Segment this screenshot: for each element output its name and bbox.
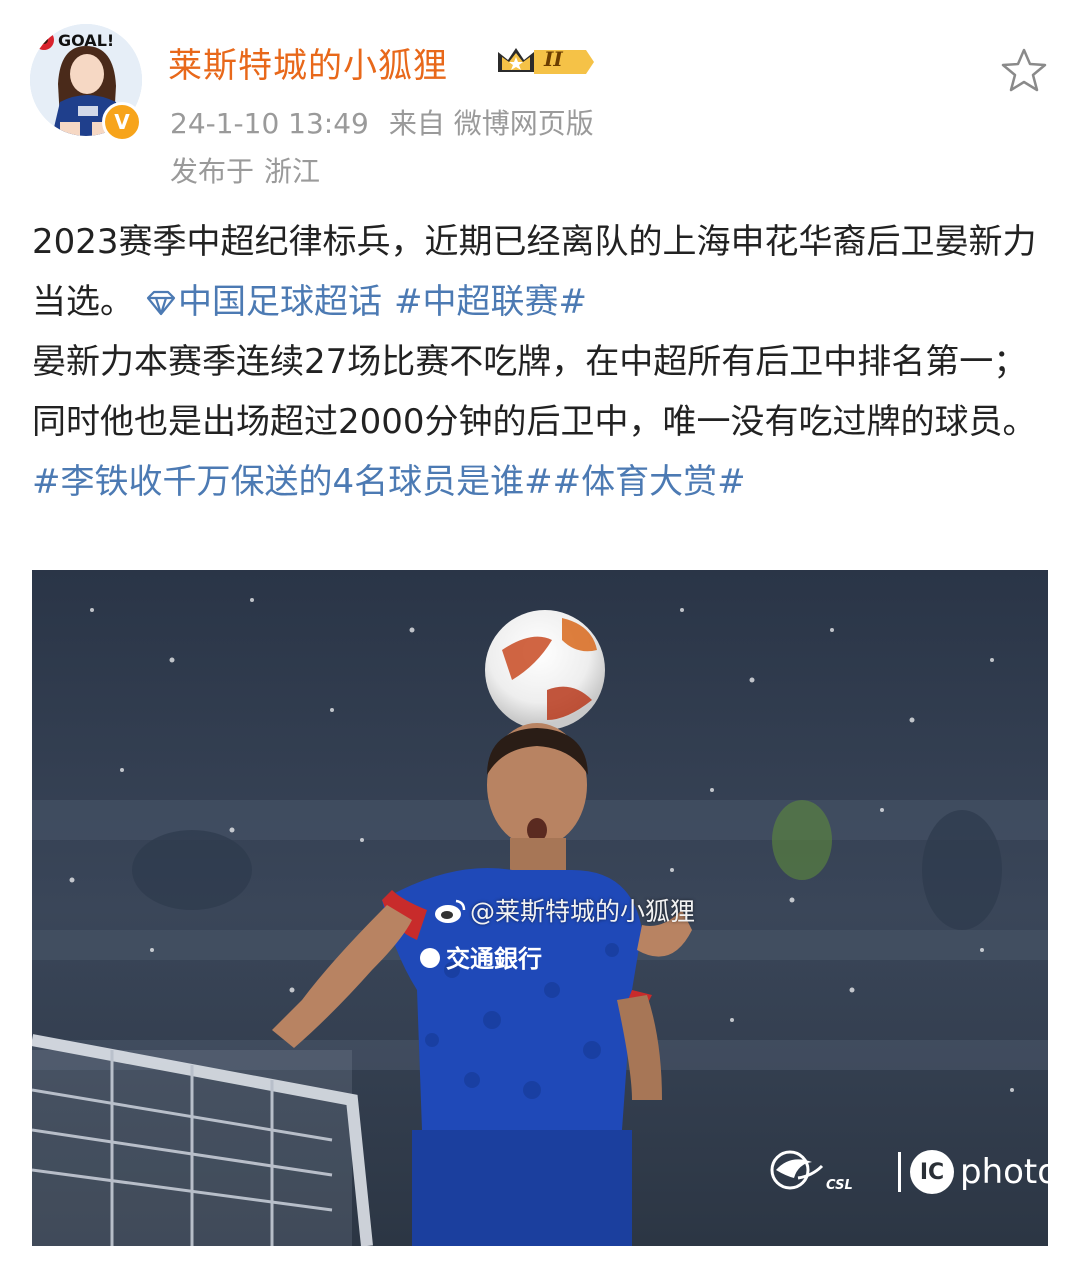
credit-divider — [898, 1152, 901, 1192]
post-time: 24-1-10 13:49 — [170, 107, 369, 140]
level-crown-badge: II — [494, 42, 594, 86]
location-value: 浙江 — [264, 155, 321, 188]
avatar-goal-text: GOAL! — [58, 31, 114, 50]
sponsor-text: 交通銀行 — [446, 945, 542, 973]
csl-logo-icon — [770, 1150, 824, 1190]
diamond-icon — [146, 290, 176, 316]
post-location: 发布于 浙江 — [170, 150, 320, 190]
supertopic-label: 中国足球超话 — [178, 282, 382, 322]
level-label: II — [544, 47, 563, 71]
photo-credit: CSL IC photo — [768, 1148, 1048, 1194]
author-name[interactable]: 莱斯特城的小狐狸 — [168, 38, 448, 87]
favorite-star-icon[interactable] — [1000, 46, 1048, 94]
csl-label: CSL — [826, 1178, 853, 1193]
location-prefix: 发布于 — [170, 155, 255, 188]
verified-v-icon: V — [102, 102, 142, 142]
post-body: 2023赛季中超纪律标兵，近期已经离队的上海申花华裔后卫晏新力当选。 中国足球超话… — [32, 212, 1042, 512]
topic-link-1[interactable]: #中超联赛# — [394, 282, 587, 322]
ic-logo-icon: IC — [910, 1150, 954, 1194]
watermark-text: @莱斯特城的小狐狸 — [470, 897, 696, 926]
post-meta: 24-1-10 13:49 来自 微博网页版 — [170, 102, 594, 142]
photo-watermark: @莱斯特城的小狐狸 — [434, 892, 695, 928]
topic-link-2[interactable]: #李铁收千万保送的4名球员是谁# — [32, 462, 553, 502]
weibo-logo-icon — [435, 899, 466, 923]
topic-link-3[interactable]: #体育大赏# — [553, 462, 746, 502]
post-photo[interactable]: 交通銀行 @莱斯特城的小狐狸 CSL IC photo — [32, 570, 1048, 1246]
source-prefix: 来自 — [388, 107, 445, 140]
post-source[interactable]: 微博网页版 — [454, 107, 594, 140]
supertopic-link[interactable]: 中国足球超话 — [146, 282, 382, 322]
photo-agency-label: photo — [960, 1152, 1048, 1192]
post-paragraph-3: #李铁收千万保送的4名球员是谁##体育大赏# — [32, 452, 1042, 512]
weibo-post: GOAL! V 莱斯特城的小狐狸 II 24-1-10 13:49 来自 微博网页… — [0, 0, 1080, 1262]
post-paragraph-1: 2023赛季中超纪律标兵，近期已经离队的上海申花华裔后卫晏新力当选。 中国足球超话… — [32, 212, 1042, 332]
post-paragraph-2: 晏新力本赛季连续27场比赛不吃牌，在中超所有后卫中排名第一；同时他也是出场超过2… — [32, 342, 1037, 442]
